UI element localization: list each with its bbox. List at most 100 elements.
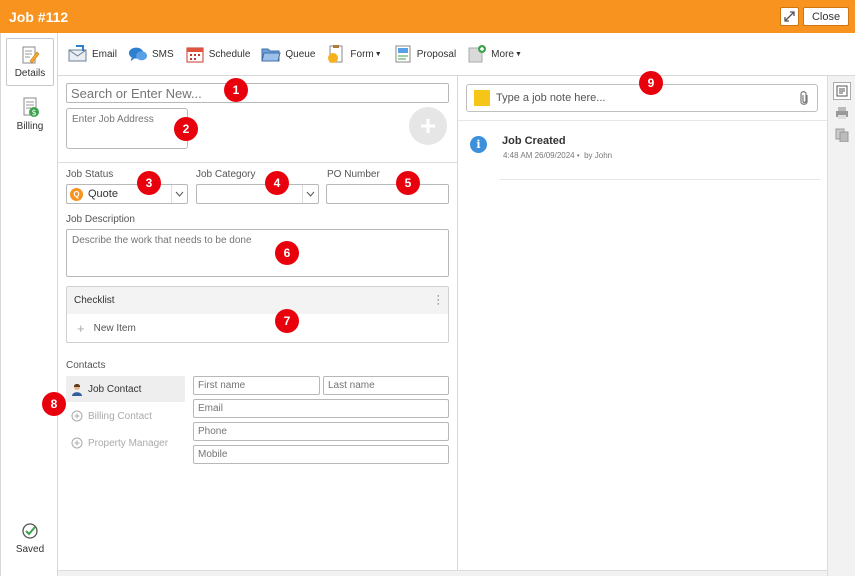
last-name-field[interactable]: [323, 376, 449, 395]
calendar-icon: [186, 47, 204, 63]
annotation-marker-4: 4: [265, 171, 289, 195]
divider: [500, 179, 820, 180]
first-name-field[interactable]: [193, 376, 320, 395]
chevron-down-icon: [175, 191, 184, 197]
billing-document-icon: $: [23, 97, 39, 117]
plus-icon: +: [419, 110, 437, 141]
checklist-new-item-button[interactable]: + New Item: [67, 314, 448, 342]
sms-icon: [128, 47, 148, 62]
email-button[interactable]: Email: [68, 44, 117, 64]
email-field[interactable]: [193, 399, 449, 418]
tab-property-manager[interactable]: Property Manager: [66, 430, 185, 456]
folder-icon: [261, 48, 282, 62]
print-button[interactable]: [834, 105, 850, 121]
tab-job-contact[interactable]: Job Contact: [66, 376, 185, 402]
more-button[interactable]: More ▼: [467, 44, 522, 64]
more-label: More: [491, 48, 514, 60]
proposal-button[interactable]: Proposal: [393, 44, 456, 64]
printer-icon: [836, 107, 848, 119]
saved-check-icon: [22, 523, 38, 539]
form-caret-icon: ▼: [374, 50, 382, 58]
search-input[interactable]: [66, 83, 449, 103]
paperclip-icon[interactable]: [798, 90, 810, 107]
close-button[interactable]: Close: [803, 7, 849, 26]
sidebar-item-label: Billing: [16, 121, 44, 132]
job-note-placeholder: Type a job note here...: [496, 92, 606, 104]
queue-label: Queue: [285, 48, 316, 60]
mobile-field[interactable]: [193, 445, 449, 464]
job-status-select[interactable]: Q Quote: [66, 184, 188, 204]
tab-label: Property Manager: [88, 437, 169, 449]
notes-list-icon: [836, 85, 848, 97]
sidebar: Details $ Billing Saved: [0, 33, 58, 576]
add-circle-icon: [71, 437, 82, 449]
copy-button[interactable]: [834, 127, 850, 143]
toolbar: Email SMS Schedule Queue Form ▼ Proposal …: [58, 33, 855, 75]
schedule-button[interactable]: Schedule: [185, 44, 251, 64]
queue-button[interactable]: Queue: [261, 44, 315, 64]
activity-meta: 4:48 AM 26/09/2024 • by John: [503, 151, 613, 160]
chevron-down-icon: [306, 191, 315, 197]
job-status-label: Job Status: [66, 169, 114, 180]
activity-time: 4:48 AM 26/09/2024: [503, 151, 575, 160]
annotation-marker-3: 3: [137, 171, 161, 195]
form-button[interactable]: Form ▼: [326, 44, 382, 64]
job-description-label: Job Description: [66, 214, 135, 225]
tab-label: Billing Contact: [88, 410, 152, 422]
sms-button[interactable]: SMS: [128, 44, 174, 64]
po-number-label: PO Number: [327, 169, 380, 180]
checklist-header: Checklist · · ·: [67, 287, 448, 314]
more-caret-icon: ▼: [514, 50, 522, 58]
expand-icon: [784, 11, 795, 22]
sms-label: SMS: [152, 48, 174, 60]
checklist-panel: Checklist · · · + New Item: [66, 286, 449, 343]
plus-icon: +: [77, 320, 85, 336]
bottom-bar: [58, 570, 827, 576]
annotation-marker-8: 8: [42, 392, 66, 416]
tab-billing-contact[interactable]: Billing Contact: [66, 403, 185, 429]
phone-field[interactable]: [193, 422, 449, 441]
email-label: Email: [92, 48, 118, 60]
activity-title: Job Created: [502, 135, 566, 147]
activity-author: by John: [584, 151, 613, 160]
quote-badge-icon: Q: [70, 187, 83, 201]
annotation-marker-5: 5: [396, 171, 420, 195]
add-more-icon: [468, 45, 487, 63]
email-icon: [68, 45, 87, 62]
checklist-new-item-label: New Item: [93, 322, 136, 334]
kebab-menu-icon[interactable]: · · ·: [436, 291, 440, 310]
contacts-label: Contacts: [66, 360, 106, 371]
notes-view-button[interactable]: [833, 82, 851, 100]
job-category-label: Job Category: [196, 169, 256, 180]
checklist-title: Checklist: [74, 295, 115, 306]
annotation-marker-1: 1: [224, 78, 248, 102]
notes-panel: Type a job note here... i Job Created 4:…: [458, 75, 827, 570]
sidebar-item-billing[interactable]: $ Billing: [6, 90, 54, 138]
saved-indicator: Saved: [6, 522, 54, 562]
annotation-marker-2: 2: [174, 117, 198, 141]
sidebar-item-label: Details: [14, 68, 46, 79]
schedule-label: Schedule: [208, 48, 251, 60]
job-category-select[interactable]: [196, 184, 319, 204]
person-icon: [71, 383, 82, 396]
tab-label: Job Contact: [88, 383, 142, 395]
sidebar-item-details[interactable]: Details: [6, 38, 54, 86]
add-circle-icon: [71, 410, 82, 422]
divider: [58, 162, 458, 163]
form-label: Form: [350, 48, 374, 60]
add-button[interactable]: +: [409, 107, 447, 145]
annotation-marker-9: 9: [639, 71, 663, 95]
po-number-field[interactable]: [326, 184, 449, 204]
expand-button[interactable]: [780, 7, 799, 26]
sticky-note-icon: [474, 90, 490, 106]
svg-text:$: $: [31, 108, 36, 117]
job-status-value: Quote: [88, 188, 118, 200]
right-rail: [827, 75, 855, 576]
form-icon: [328, 45, 343, 63]
divider: [458, 120, 827, 121]
job-description-field[interactable]: [66, 229, 449, 277]
job-address-field[interactable]: [66, 108, 188, 149]
edit-document-icon: [22, 46, 40, 64]
window-titlebar: Job #112 Close: [0, 0, 855, 33]
annotation-marker-6: 6: [275, 241, 299, 265]
